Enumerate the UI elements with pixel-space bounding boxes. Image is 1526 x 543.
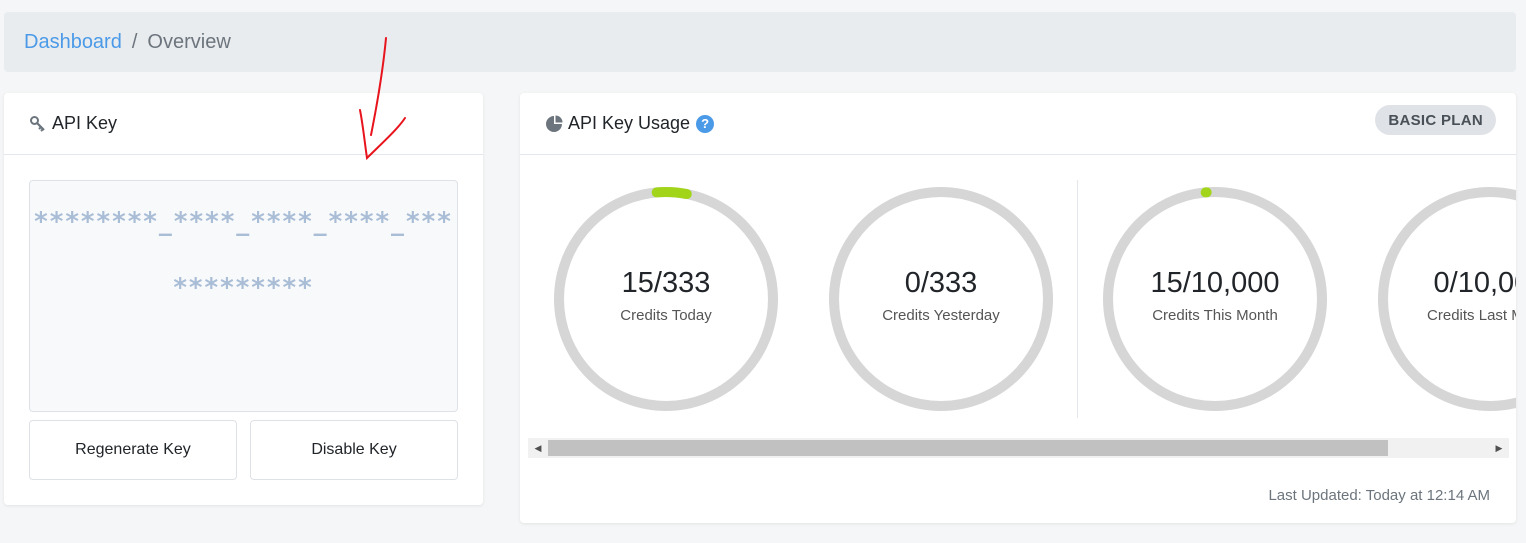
disable-key-button[interactable]: Disable Key — [250, 420, 458, 480]
breadcrumb-current: Overview — [147, 30, 231, 53]
gauge-credits-this-month: 15/10,000 Credits This Month — [1101, 185, 1329, 413]
gauge-credits-last-month: 0/10,000 Credits Last Month — [1376, 185, 1516, 413]
breadcrumb-dashboard-link[interactable]: Dashboard — [24, 31, 122, 54]
gauge-value: 15/333 — [621, 267, 711, 299]
masked-api-key[interactable]: ********_****_****_****_************ — [29, 180, 458, 412]
scroll-right-arrow-icon[interactable]: ▶ — [1489, 438, 1509, 458]
breadcrumb-separator: / — [131, 30, 138, 53]
usage-gauges: 15/333 Credits Today 0/333 Credits Yeste… — [520, 156, 1516, 456]
pie-chart-icon — [544, 114, 564, 134]
help-icon[interactable]: ? — [696, 114, 715, 133]
usage-card-header: API Key Usage ? — [520, 93, 1516, 155]
gauge-label: Credits This Month — [1152, 307, 1278, 324]
gauge-credits-today: 15/333 Credits Today — [552, 185, 780, 413]
gauge-value: 15/10,000 — [1150, 267, 1280, 299]
gauge-label: Credits Today — [620, 307, 712, 324]
gauge-divider — [1077, 180, 1078, 418]
scroll-left-arrow-icon[interactable]: ◀ — [528, 438, 548, 458]
api-key-card-title: API Key — [52, 113, 118, 133]
api-key-usage-card: API Key Usage ? BASIC PLAN 15/333 Credit… — [520, 93, 1516, 523]
horizontal-scrollbar[interactable]: ◀ ▶ — [528, 438, 1509, 458]
gauge-label: Credits Yesterday — [882, 307, 1000, 324]
gauge-value: 0/10,000 — [1433, 267, 1516, 299]
last-updated-text: Last Updated: Today at 12:14 AM — [1268, 487, 1490, 504]
regenerate-key-button[interactable]: Regenerate Key — [29, 420, 237, 480]
usage-card-title: API Key Usage — [568, 113, 691, 133]
gauge-credits-yesterday: 0/333 Credits Yesterday — [827, 185, 1055, 413]
key-icon — [28, 114, 48, 134]
scrollbar-thumb[interactable] — [548, 440, 1388, 456]
plan-badge: BASIC PLAN — [1375, 105, 1496, 135]
gauge-value: 0/333 — [904, 267, 978, 299]
api-key-card: API Key ********_****_****_****_********… — [4, 93, 483, 505]
breadcrumb: Dashboard / Overview — [4, 12, 1516, 72]
api-key-card-header: API Key — [4, 93, 483, 155]
gauge-label: Credits Last Month — [1427, 307, 1516, 324]
